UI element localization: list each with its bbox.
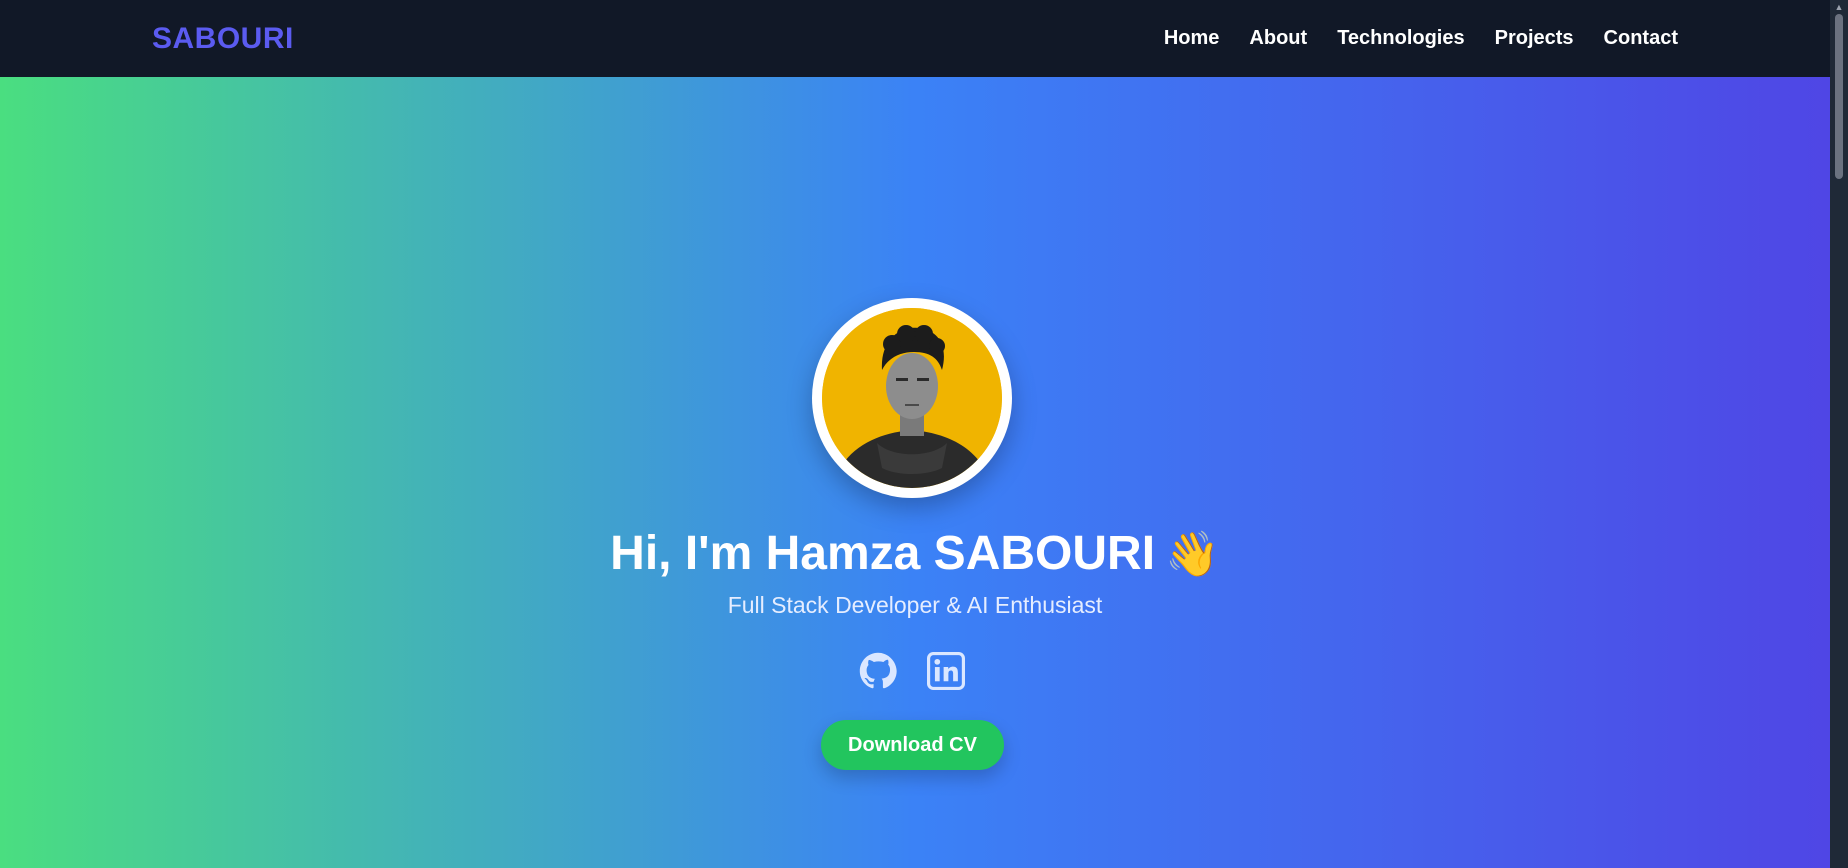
hero-headline-text: Hi, I'm Hamza SABOURI <box>610 527 1156 580</box>
scrollbar-thumb[interactable] <box>1835 14 1843 179</box>
nav-link-projects[interactable]: Projects <box>1495 27 1574 50</box>
nav-link-home[interactable]: Home <box>1164 27 1220 50</box>
wave-icon: 👋 <box>1165 530 1220 579</box>
nav-link-about[interactable]: About <box>1249 27 1307 50</box>
nav-links: Home About Technologies Projects Contact <box>1164 27 1678 50</box>
linkedin-icon[interactable] <box>927 652 965 690</box>
github-icon[interactable] <box>859 652 897 690</box>
hero-subtitle: Full Stack Developer & AI Enthusiast <box>727 592 1103 618</box>
download-cv-button[interactable]: Download CV <box>821 720 1004 770</box>
nav-link-contact[interactable]: Contact <box>1604 27 1678 50</box>
nav-link-technologies[interactable]: Technologies <box>1337 27 1464 50</box>
brand-logo[interactable]: SABOURI <box>152 22 294 56</box>
profile-photo-frame <box>812 298 1012 498</box>
social-links <box>859 652 965 690</box>
hero-headline: Hi, I'm Hamza SABOURI 👋 <box>0 526 1830 581</box>
profile-photo <box>822 308 1002 488</box>
navbar: SABOURI Home About Technologies Projects… <box>0 0 1830 77</box>
scroll-up-icon[interactable]: ▲ <box>1830 0 1848 14</box>
profile-portrait-icon <box>822 308 1002 488</box>
scrollbar[interactable]: ▲ <box>1830 0 1848 868</box>
